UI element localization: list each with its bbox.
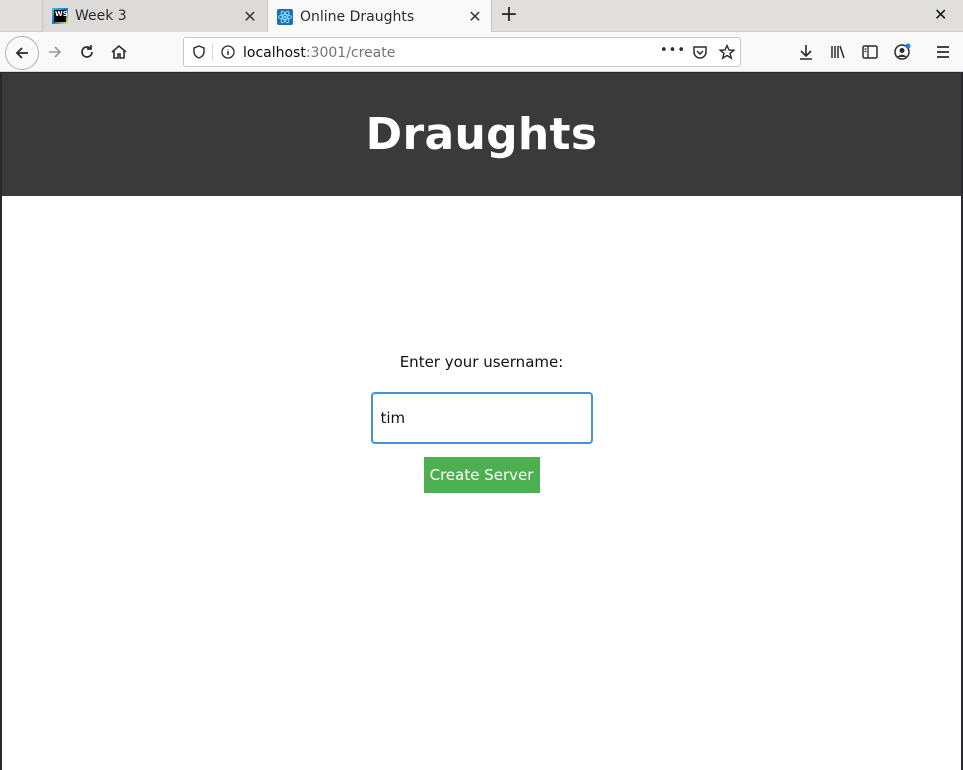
window-close-button[interactable]: ✕ (934, 5, 947, 24)
bookmark-star-icon[interactable] (719, 44, 735, 60)
tab-strip: WS Week 3 ✕ Online Draughts ✕ + ✕ (0, 0, 963, 33)
create-server-button[interactable]: Create Server (423, 457, 540, 493)
page-actions-icon[interactable]: ••• (660, 43, 686, 58)
download-icon (800, 45, 812, 60)
forward-button[interactable] (39, 36, 71, 68)
new-tab-button[interactable]: + (497, 4, 521, 28)
tab-title: Online Draughts (300, 8, 415, 25)
tab-online-draughts[interactable]: Online Draughts ✕ (267, 0, 492, 33)
pocket-icon[interactable] (692, 44, 708, 60)
url-text[interactable]: localhost:3001/create (243, 45, 395, 61)
account-button[interactable] (886, 36, 918, 68)
library-button[interactable] (822, 36, 854, 68)
url-separator (212, 43, 213, 61)
back-arrow-icon (15, 47, 28, 59)
home-button[interactable] (103, 36, 135, 68)
webstorm-icon: WS (52, 8, 68, 24)
username-input[interactable] (370, 392, 593, 444)
tab-close-icon[interactable]: ✕ (465, 7, 485, 26)
username-label: Enter your username: (399, 353, 564, 371)
back-button[interactable] (5, 36, 39, 70)
tab-title: Week 3 (75, 8, 127, 24)
url-path: :3001/create (305, 45, 396, 61)
page-header: Draughts (2, 73, 961, 196)
sidebar-button[interactable] (854, 36, 886, 68)
address-bar[interactable]: localhost:3001/create ••• (183, 37, 741, 67)
tab-week-3[interactable]: WS Week 3 ✕ (42, 0, 266, 32)
forward-arrow-icon (49, 46, 62, 58)
reload-icon (81, 45, 93, 58)
shield-icon[interactable] (192, 45, 206, 59)
tab-close-icon[interactable]: ✕ (240, 7, 260, 26)
library-icon (831, 45, 845, 59)
react-icon (277, 8, 293, 25)
page-title: Draughts (365, 109, 598, 160)
url-host: localhost (243, 45, 306, 61)
hamburger-menu-icon (937, 46, 949, 58)
downloads-button[interactable] (790, 36, 822, 68)
reload-button[interactable] (71, 36, 103, 68)
menu-button[interactable] (927, 36, 959, 68)
account-icon (894, 43, 911, 60)
info-icon[interactable] (221, 45, 235, 59)
home-icon (111, 44, 127, 59)
navigation-toolbar: localhost:3001/create ••• (0, 32, 963, 72)
sidebar-icon (862, 45, 878, 59)
page-content: Draughts Enter your username: Create Ser… (2, 73, 961, 770)
create-server-form: Enter your username: Create Server (2, 353, 961, 493)
